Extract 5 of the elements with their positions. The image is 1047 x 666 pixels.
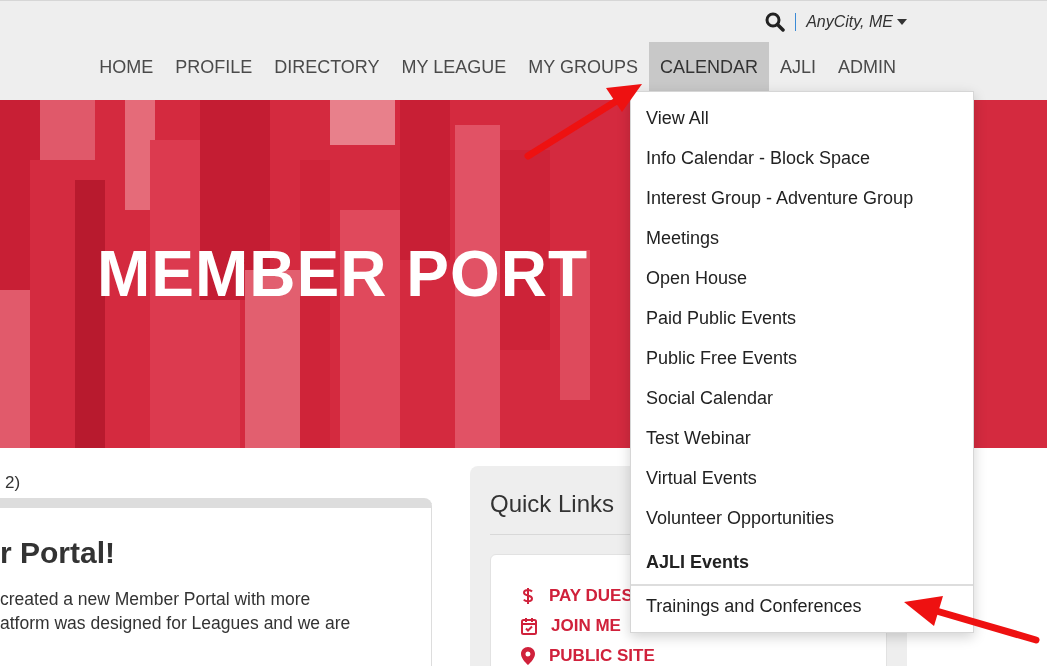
pager-text: 2) (4, 472, 22, 494)
menu-heading: AJLI Events (631, 538, 973, 586)
banner-title: MEMBER PORT (97, 237, 588, 312)
card-heading: r Portal! (0, 535, 117, 571)
card-paragraph: created a new Member Portal with more atform was designed for Leagues and we are (0, 588, 352, 635)
